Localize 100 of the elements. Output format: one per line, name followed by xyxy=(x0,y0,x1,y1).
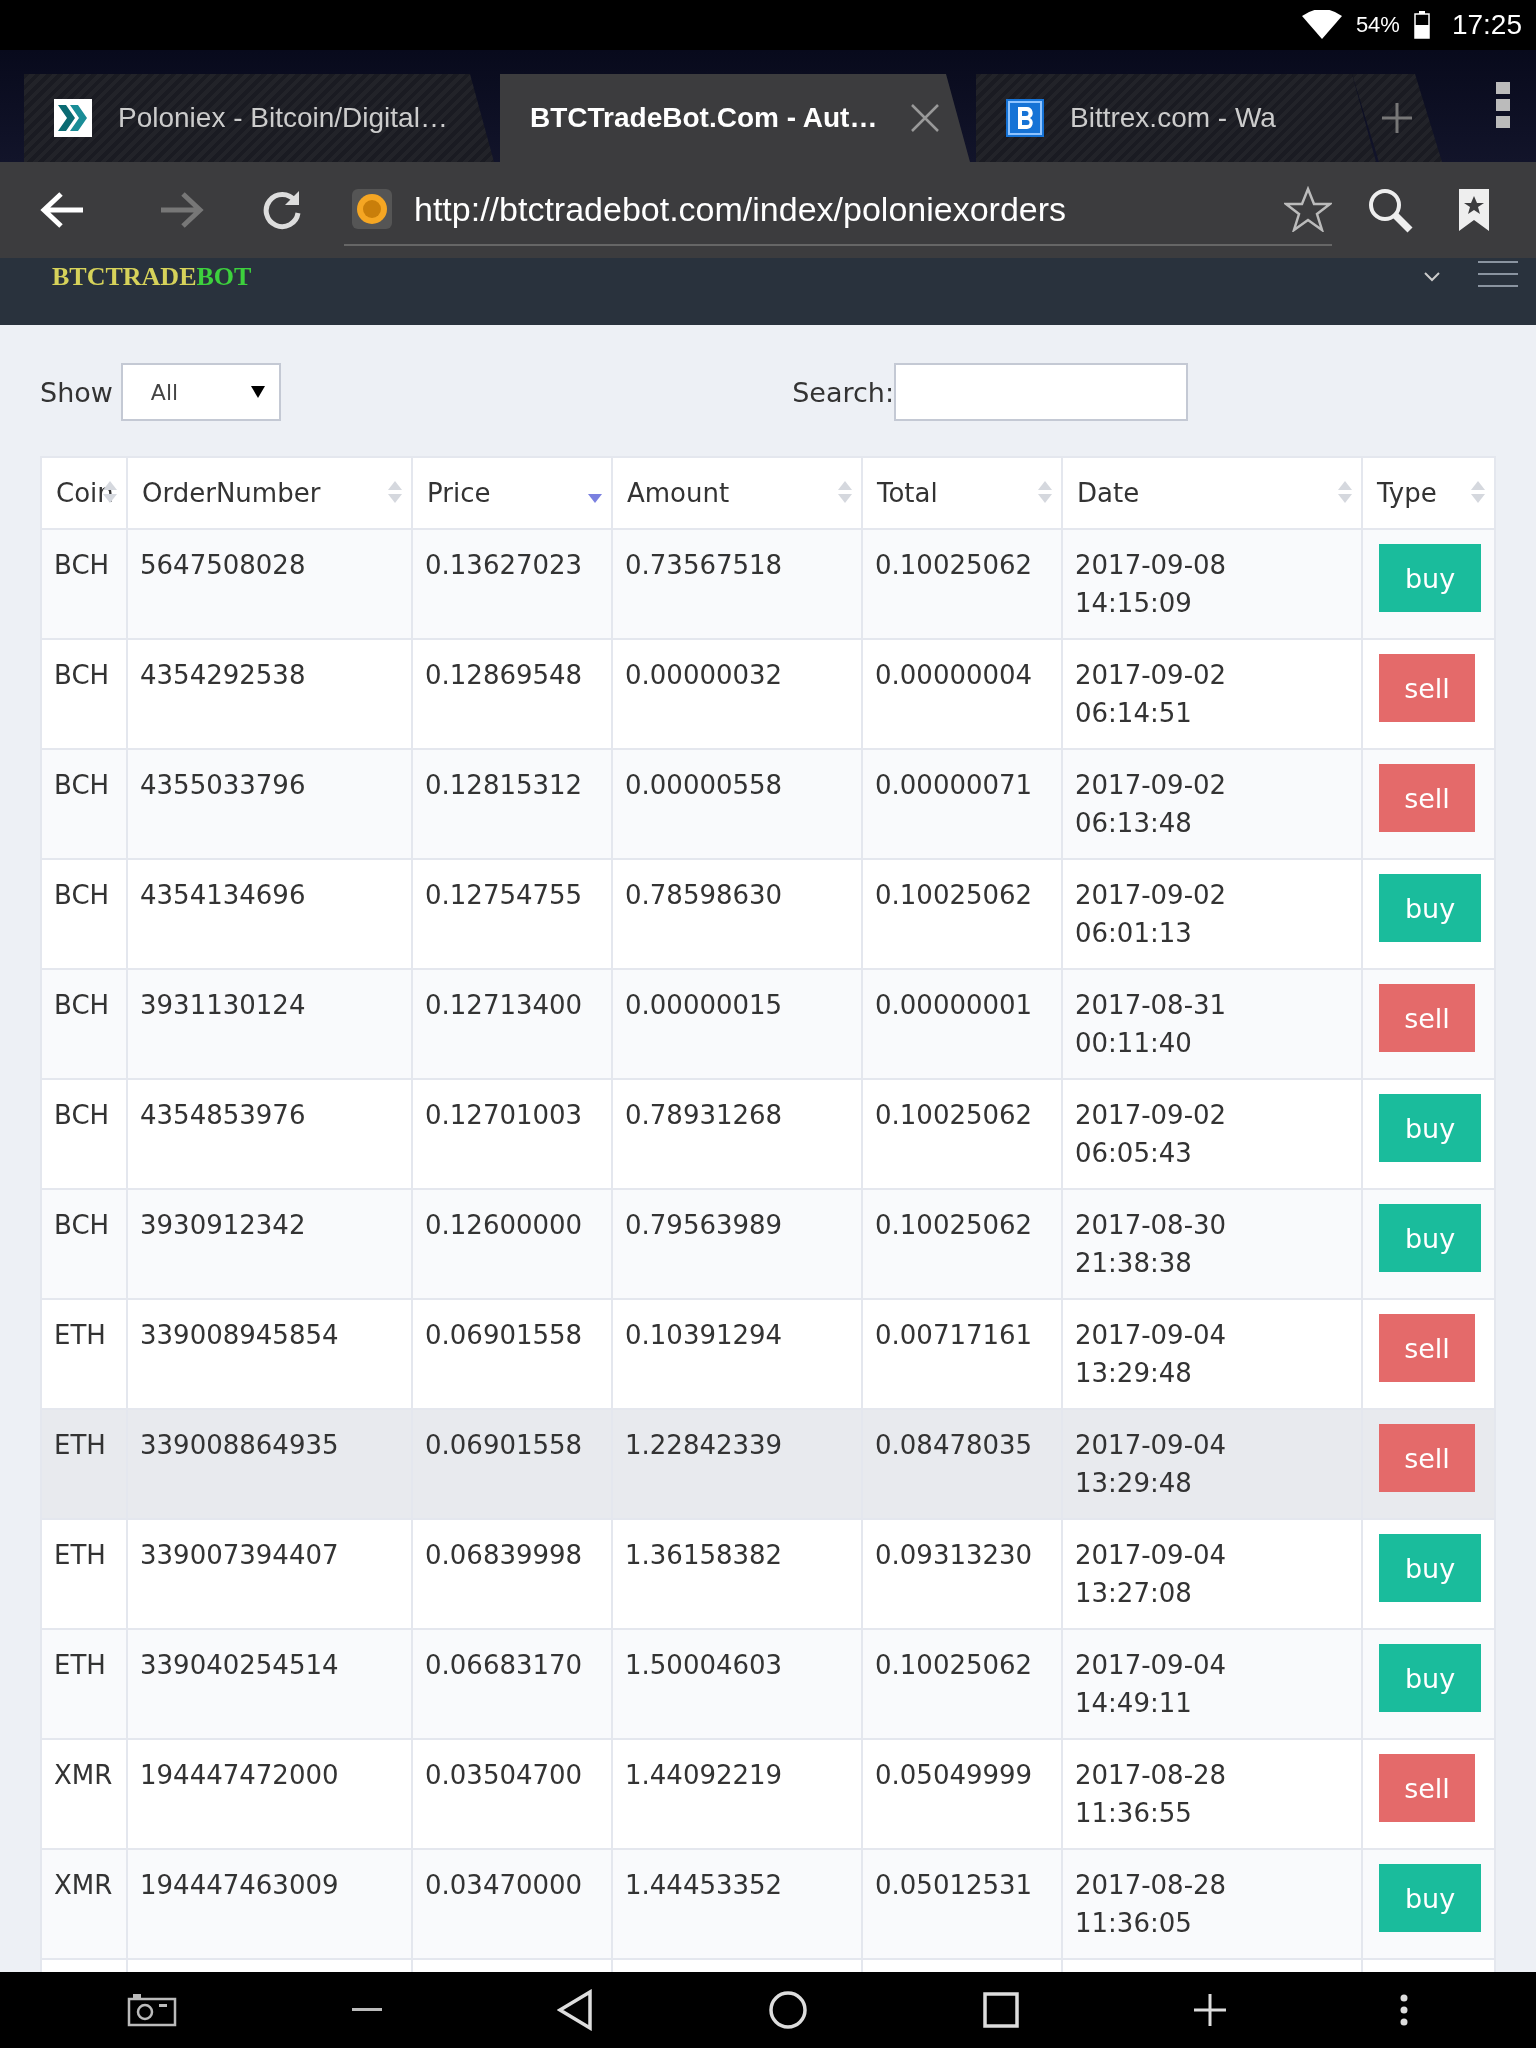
table-cell: 0.09313230 xyxy=(862,1519,1062,1629)
column-header[interactable]: Total xyxy=(862,457,1062,529)
table-cell: 339040254514 xyxy=(127,1629,412,1739)
table-cell: 0.12713400 xyxy=(412,969,612,1079)
table-cell: BCH xyxy=(41,859,127,969)
battery-percent: 54% xyxy=(1355,12,1400,38)
table-cell: 2017-09-04 13:29:48 xyxy=(1062,1299,1362,1409)
column-header[interactable]: Amount xyxy=(612,457,862,529)
clock-time: 17:25 xyxy=(1451,9,1522,41)
table-cell: 2017-08-31 00:11:40 xyxy=(1062,969,1362,1079)
x-logo-icon xyxy=(54,99,92,137)
table-cell: 0.00000558 xyxy=(612,749,862,859)
table-cell: 0.13627023 xyxy=(412,529,612,639)
table-cell: 2017-09-02 06:13:48 xyxy=(1062,749,1362,859)
table-cell: 0.12701003 xyxy=(412,1079,612,1189)
overflow-menu-icon[interactable] xyxy=(1496,82,1510,131)
table-cell: 0.06901558 xyxy=(412,1299,612,1409)
table-cell: 0.06683170 xyxy=(412,1629,612,1739)
table-cell: 1.44453352 xyxy=(612,1849,862,1959)
table-cell: 0.78931268 xyxy=(612,1079,862,1189)
table-cell: 0.05012531 xyxy=(862,1849,1062,1959)
table-cell: BCH xyxy=(41,1079,127,1189)
table-cell: 0.12600000 xyxy=(412,1189,612,1299)
battery-icon xyxy=(1413,11,1430,39)
table-cell: 4354292538 xyxy=(127,639,412,749)
caret-icon xyxy=(250,386,265,398)
table-cell: 2017-09-04 13:29:48 xyxy=(1062,1409,1362,1519)
table-cell: 0.78598630 xyxy=(612,859,862,969)
table-cell: 2017-08-28 11:36:05 xyxy=(1062,1849,1362,1959)
browser-tab[interactable]: Poloniex - Bitcoin/Digital… xyxy=(24,74,494,162)
table-cell: 0.00000001 xyxy=(862,969,1062,1079)
show-dropdown[interactable]: All xyxy=(120,363,281,421)
table-cell: 2017-09-02 06:05:43 xyxy=(1062,1079,1362,1189)
table-cell: XMR xyxy=(41,1849,127,1959)
table-cell: 1.36158382 xyxy=(612,1519,862,1629)
table-cell: 0.12869548 xyxy=(412,639,612,749)
table-cell: 194447472000 xyxy=(127,1739,412,1849)
table-cell: BCH xyxy=(41,529,127,639)
search-field[interactable] xyxy=(894,363,1188,421)
column-header[interactable]: Date xyxy=(1062,457,1362,529)
table-cell: 0.05049999 xyxy=(862,1739,1062,1849)
table-cell: BCH xyxy=(41,639,127,749)
table-cell: 1.22842339 xyxy=(612,1409,862,1519)
table-cell: 0.79563989 xyxy=(612,1189,862,1299)
table-cell: ETH xyxy=(41,1629,127,1739)
table-cell: ETH xyxy=(41,1519,127,1629)
camera-icon[interactable] xyxy=(127,1993,178,2027)
wifi-icon xyxy=(1301,10,1342,40)
table-cell: 0.10025062 xyxy=(862,529,1062,639)
close-icon[interactable] xyxy=(910,103,940,133)
table-cell: 0.08478035 xyxy=(862,1409,1062,1519)
table-cell: 4354853976 xyxy=(127,1079,412,1189)
table-cell: 0.00717161 xyxy=(862,1299,1062,1409)
more-icon[interactable] xyxy=(1400,1994,1409,2026)
column-header[interactable]: OrderNumber xyxy=(127,457,412,529)
plus-icon[interactable] xyxy=(1193,1994,1226,2026)
column-header[interactable]: Type xyxy=(1362,457,1495,529)
b-logo-icon xyxy=(1006,99,1044,137)
coin-icon xyxy=(352,189,392,229)
browser-tab[interactable]: Bittrex.com - Wa xyxy=(976,74,1376,162)
show-label: Show xyxy=(40,376,113,408)
table-cell: ETH xyxy=(41,1409,127,1519)
table-cell: 2017-09-02 06:14:51 xyxy=(1062,639,1362,749)
star-icon[interactable] xyxy=(1284,186,1332,232)
table-cell: 0.10025062 xyxy=(862,1079,1062,1189)
column-header[interactable]: Price xyxy=(412,457,612,529)
table-cell: 2017-08-30 21:38:38 xyxy=(1062,1189,1362,1299)
table-cell: BCH xyxy=(41,969,127,1079)
recents-icon[interactable] xyxy=(982,1992,1019,2028)
table-cell: 0.00000071 xyxy=(862,749,1062,859)
table-cell: 0.12815312 xyxy=(412,749,612,859)
table-cell: 5647508028 xyxy=(127,529,412,639)
table-cell: 2017-09-02 06:01:13 xyxy=(1062,859,1362,969)
table-cell: BCH xyxy=(41,749,127,859)
table-cell: ETH xyxy=(41,1299,127,1409)
site-logo[interactable]: BTCTRADEBOT xyxy=(52,262,252,292)
chevron-down-icon[interactable] xyxy=(1424,272,1440,282)
table-cell: 0.06839998 xyxy=(412,1519,612,1629)
table-cell: 0.00000004 xyxy=(862,639,1062,749)
home-icon[interactable] xyxy=(767,1990,808,2030)
table-cell: 0.03470000 xyxy=(412,1849,612,1959)
table-cell: 0.10025062 xyxy=(862,859,1062,969)
minus-icon[interactable] xyxy=(352,2008,383,2012)
plus-icon xyxy=(1380,101,1414,135)
table-cell: 1.44092219 xyxy=(612,1739,862,1849)
table-cell: 0.00000032 xyxy=(612,639,862,749)
table-cell: XMR xyxy=(41,1739,127,1849)
table-cell: 0.10025062 xyxy=(862,1189,1062,1299)
table-cell: 3931130124 xyxy=(127,969,412,1079)
table-cell: BCH xyxy=(41,1189,127,1299)
table-cell: 194447463009 xyxy=(127,1849,412,1959)
table-cell: 2017-08-28 11:36:55 xyxy=(1062,1739,1362,1849)
table-cell: 2017-09-04 14:49:11 xyxy=(1062,1629,1362,1739)
table-cell: 339008864935 xyxy=(127,1409,412,1519)
back-nav-icon[interactable] xyxy=(557,1989,594,2031)
table-cell: 1.50004603 xyxy=(612,1629,862,1739)
table-cell: 339008945854 xyxy=(127,1299,412,1409)
table-cell: 0.73567518 xyxy=(612,529,862,639)
browser-tab[interactable]: BTCTradeBot.Com - Aut… xyxy=(500,74,970,162)
search-label: Search: xyxy=(792,376,894,408)
